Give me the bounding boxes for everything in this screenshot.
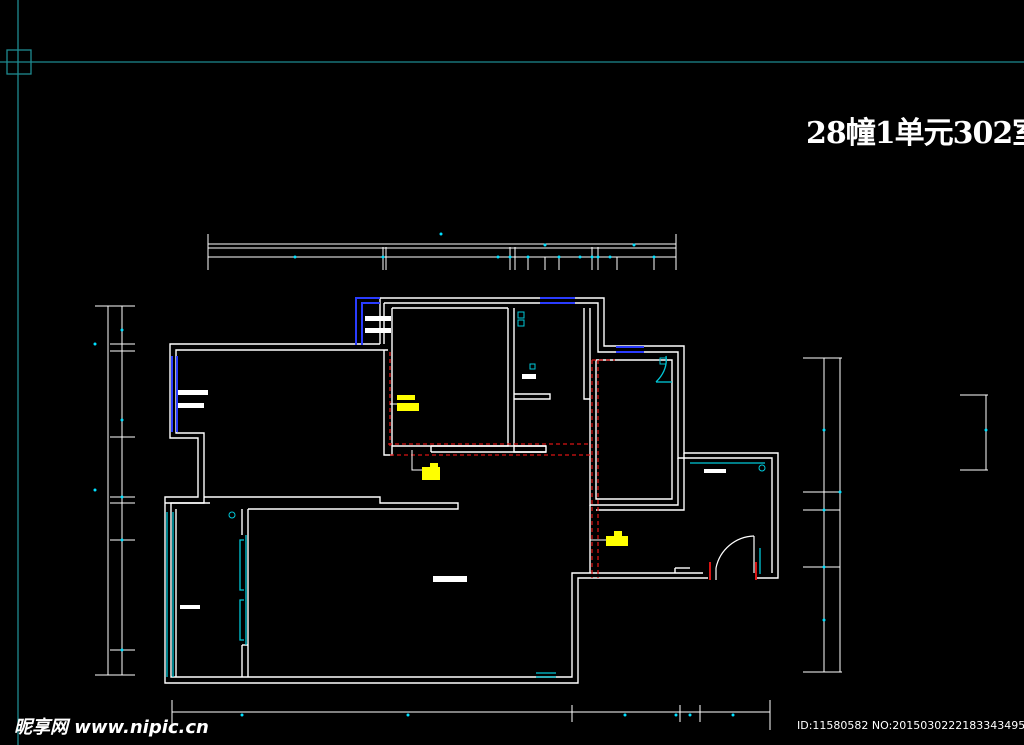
dimension-bottom xyxy=(171,700,771,730)
electrical-routes xyxy=(388,352,615,578)
glass-panels xyxy=(166,355,765,678)
dimension-right xyxy=(803,357,988,673)
watermark-id: ID:11580582 NO:20150302221833434955 xyxy=(797,719,1024,732)
dimension-top-ticks xyxy=(293,232,656,259)
dimension-bottom-ticks xyxy=(240,713,735,717)
dimension-left xyxy=(95,305,135,676)
dimension-top xyxy=(207,234,677,270)
watermark-brand: 昵享网 www.nipic.cn xyxy=(14,717,209,738)
windows xyxy=(171,297,644,432)
walls xyxy=(164,297,779,684)
dimension-right-ticks xyxy=(822,428,988,622)
drawing-title: 28幢1单元302室 xyxy=(806,116,1024,151)
entrance-door xyxy=(715,535,755,580)
light-fixture-icon xyxy=(397,395,628,546)
